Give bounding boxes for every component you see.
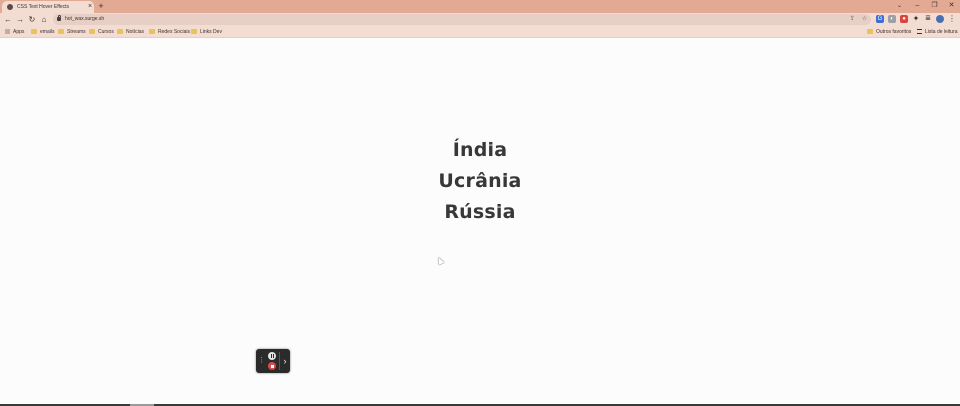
bookmark-folder[interactable]: Links Dev bbox=[191, 26, 222, 37]
bookmark-folder[interactable]: Streams bbox=[58, 26, 86, 37]
menu-item-india[interactable]: Índia bbox=[453, 135, 508, 166]
divider bbox=[279, 352, 280, 370]
share-icon[interactable]: ⇪ bbox=[849, 16, 856, 23]
tab-favicon-icon bbox=[7, 4, 13, 10]
bookmark-folder[interactable]: Cursos bbox=[89, 26, 114, 37]
window-controls: – ❐ ✕ bbox=[909, 0, 960, 12]
browser-toolbar: ← → ↻ ⌂ hot_wax.surge.sh ⇪ ☆ bbox=[0, 13, 960, 26]
bookmark-label: Cursos bbox=[98, 28, 114, 35]
menu-item-ucrania[interactable]: Ucrânia bbox=[438, 166, 521, 197]
folder-icon bbox=[117, 29, 123, 34]
reading-list-label: Lista de leitura bbox=[925, 28, 958, 35]
recorder-widget[interactable]: ⋮ › bbox=[256, 349, 290, 373]
address-url: hot_wax.surge.sh bbox=[65, 16, 105, 22]
tab-close-icon[interactable]: × bbox=[86, 3, 94, 11]
extension-translate-icon[interactable]: G bbox=[876, 15, 884, 23]
forward-button[interactable]: → bbox=[15, 14, 25, 25]
close-window-button[interactable]: ✕ bbox=[943, 0, 960, 12]
folder-icon bbox=[58, 29, 64, 34]
profile-avatar[interactable] bbox=[936, 15, 944, 23]
address-bar[interactable]: hot_wax.surge.sh ⇪ ☆ bbox=[53, 14, 871, 25]
bookmark-apps[interactable]: Apps bbox=[5, 26, 24, 37]
media-control-icon[interactable]: ≣ bbox=[924, 15, 932, 23]
hover-menu: Índia Ucrânia Rússia bbox=[0, 135, 960, 228]
bookmark-other-label: Outros favoritos bbox=[876, 28, 912, 35]
minimize-button[interactable]: – bbox=[909, 0, 926, 12]
bookmarks-bar: Apps emails Streams Cursos Notícias Rede… bbox=[0, 26, 960, 38]
bookmark-label: Links Dev bbox=[200, 28, 222, 35]
browser-menu-icon[interactable]: ⋮ bbox=[948, 15, 956, 23]
lock-icon bbox=[57, 15, 61, 21]
extension-shield-icon[interactable]: ◐ bbox=[888, 15, 896, 23]
bookmark-folder[interactable]: Redes Sociais bbox=[149, 26, 190, 37]
tab-search-icon[interactable]: ⌄ bbox=[894, 0, 905, 12]
bookmark-label: Notícias bbox=[126, 28, 145, 35]
reading-list-button[interactable]: Lista de leitura bbox=[917, 26, 958, 37]
reading-list-icon bbox=[917, 29, 922, 34]
tab-title: CSS Text Hover Effects bbox=[17, 4, 70, 10]
folder-icon bbox=[89, 29, 95, 34]
folder-icon bbox=[867, 29, 873, 34]
apps-grid-icon bbox=[5, 29, 10, 34]
bookmark-label: Streams bbox=[67, 28, 86, 35]
browser-tab[interactable]: CSS Text Hover Effects × bbox=[2, 1, 94, 13]
tab-strip: CSS Text Hover Effects × + ⌄ – ❐ ✕ bbox=[0, 0, 960, 13]
folder-icon bbox=[149, 29, 155, 34]
extensions-puzzle-icon[interactable]: ✦ bbox=[912, 15, 920, 23]
menu-item-russia[interactable]: Rússia bbox=[444, 197, 515, 228]
bookmark-star-icon[interactable]: ☆ bbox=[861, 16, 868, 23]
bookmark-folder[interactable]: Notícias bbox=[117, 26, 144, 37]
home-button[interactable]: ⌂ bbox=[39, 14, 49, 25]
stop-record-icon[interactable] bbox=[268, 362, 276, 370]
pause-icon[interactable] bbox=[268, 352, 276, 360]
bookmark-apps-label: Apps bbox=[13, 28, 25, 35]
new-tab-button[interactable]: + bbox=[96, 1, 106, 12]
drag-handle-icon[interactable]: ⋮ bbox=[258, 355, 265, 367]
extension-record-icon[interactable]: ● bbox=[900, 15, 908, 23]
bookmark-folder[interactable]: emails bbox=[31, 26, 54, 37]
bookmark-label: Redes Sociais bbox=[158, 28, 190, 35]
folder-icon bbox=[31, 29, 37, 34]
maximize-button[interactable]: ❐ bbox=[926, 0, 943, 12]
bookmark-label: emails bbox=[40, 28, 55, 35]
bookmark-other-folder[interactable]: Outros favoritos bbox=[867, 26, 911, 37]
back-button[interactable]: ← bbox=[3, 14, 13, 25]
chevron-right-icon[interactable]: › bbox=[281, 355, 289, 367]
reload-button[interactable]: ↻ bbox=[27, 14, 37, 25]
folder-icon bbox=[191, 29, 197, 34]
